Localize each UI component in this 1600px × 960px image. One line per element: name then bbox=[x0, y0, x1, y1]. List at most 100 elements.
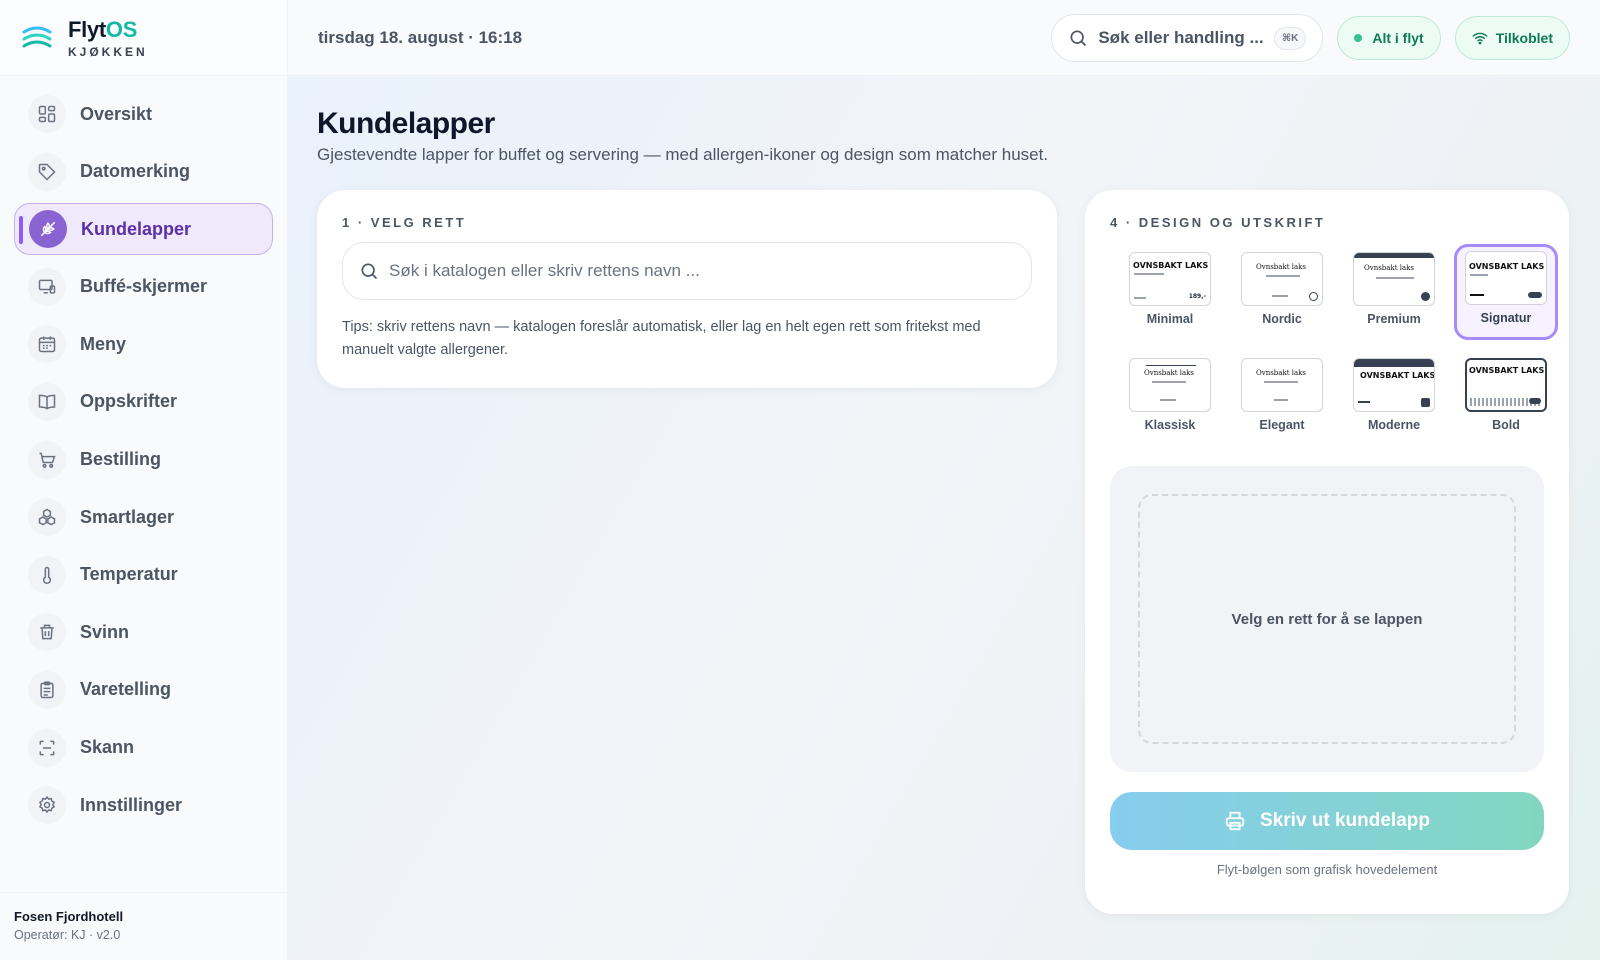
monitor-icon bbox=[28, 267, 66, 306]
tips-text: Tips: skriv rettens navn — katalogen for… bbox=[342, 319, 981, 358]
command-search-label: Søk eller handling ... bbox=[1098, 28, 1264, 47]
design-thumbnail: Ovnsbakt laks bbox=[1129, 358, 1211, 412]
sidebar-item-smartlager[interactable]: Smartlager bbox=[14, 491, 273, 543]
design-thumbnail: Ovnsbakt laks bbox=[1241, 252, 1323, 306]
sidebar-item-label: Datomerking bbox=[80, 161, 191, 182]
sidebar-item-label: Kundelapper bbox=[81, 218, 192, 239]
wifi-icon bbox=[1472, 32, 1488, 45]
sidebar-item-varetelling[interactable]: Varetelling bbox=[14, 664, 273, 716]
design-option-label: Nordic bbox=[1262, 312, 1302, 326]
sidebar-footer: Fosen Fjordhotell Operatør: KJ · v2.0 bbox=[0, 892, 287, 960]
tag-icon bbox=[28, 152, 66, 191]
flyt-wave-logo-icon bbox=[22, 26, 52, 47]
cart-icon bbox=[28, 440, 66, 479]
command-search-button[interactable]: Søk eller handling ... ⌘K bbox=[1051, 14, 1324, 62]
date-time: tirsdag 18. august · 16:18 bbox=[318, 27, 523, 47]
design-option-premium[interactable]: Ovnsbakt laks Premium bbox=[1342, 244, 1446, 340]
trash-icon bbox=[28, 613, 66, 652]
design-thumbnail: OVNSBAKT LAKS bbox=[1465, 251, 1547, 305]
design-thumbnail: Ovnsbakt laks bbox=[1241, 358, 1323, 412]
sidebar-item-label: Bestilling bbox=[80, 449, 162, 470]
design-option-label: Bold bbox=[1492, 418, 1520, 432]
book-icon bbox=[28, 382, 66, 421]
sidebar-item-innstillinger[interactable]: Innstillinger bbox=[14, 779, 273, 831]
preview-placeholder: Velg en rett for å se lappen bbox=[1138, 494, 1516, 744]
design-option-label: Signatur bbox=[1480, 311, 1532, 325]
sidebar-item-skann[interactable]: Skann bbox=[14, 722, 273, 774]
search-icon bbox=[1070, 30, 1087, 47]
label-preview-area: Velg en rett for å se lappen bbox=[1110, 466, 1544, 772]
step-label-choose-dish: 1 · VELG RETT bbox=[342, 215, 467, 230]
sidebar-item-label: Varetelling bbox=[80, 679, 172, 700]
design-option-label: Elegant bbox=[1259, 418, 1305, 432]
clipboard-icon bbox=[28, 670, 66, 709]
sidebar-item-datomerking[interactable]: Datomerking bbox=[14, 146, 273, 198]
sidebar-item-meny[interactable]: Meny bbox=[14, 318, 273, 370]
step-label-design: 4 · DESIGN OG UTSKRIFT bbox=[1110, 215, 1326, 230]
sidebar-item-oppskrifter[interactable]: Oppskrifter bbox=[14, 376, 273, 428]
operator-info: Operatør: KJ · v2.0 bbox=[14, 928, 121, 942]
design-print-card: 4 · DESIGN OG UTSKRIFT OVNSBAKT LAKS 189… bbox=[1085, 190, 1569, 914]
sidebar-item-svinn[interactable]: Svinn bbox=[14, 606, 273, 658]
design-thumbnail: OVNSBAKT LAKS bbox=[1465, 358, 1547, 412]
calendar-icon bbox=[28, 325, 66, 364]
design-option-label: Moderne bbox=[1367, 418, 1421, 432]
hotel-name: Fosen Fjordhotell bbox=[14, 909, 124, 924]
design-option-signatur[interactable]: OVNSBAKT LAKS Signatur bbox=[1454, 244, 1558, 340]
choose-dish-card: 1 · VELG RETT Tips: skriv rettens navn —… bbox=[317, 190, 1057, 388]
design-thumbnail: OVNSBAKT LAKS 189,- bbox=[1129, 252, 1211, 306]
design-option-label: Klassisk bbox=[1144, 418, 1196, 432]
dish-search-field[interactable] bbox=[342, 242, 1032, 300]
sidebar-item-label: Innstillinger bbox=[80, 794, 183, 815]
gear-icon bbox=[28, 786, 66, 825]
search-icon bbox=[361, 263, 378, 280]
sidebar-item-label: Smartlager bbox=[80, 506, 175, 527]
boxes-icon bbox=[28, 498, 66, 537]
design-option-minimal[interactable]: OVNSBAKT LAKS 189,- Minimal bbox=[1118, 244, 1222, 340]
design-option-elegant[interactable]: Ovnsbakt laks Elegant bbox=[1230, 350, 1334, 446]
print-label-button-text: Skriv ut kundelapp bbox=[1260, 810, 1430, 831]
page-subtitle: Gjestevendte lapper for buffet og server… bbox=[317, 145, 1049, 164]
sidebar-item-kundelapper[interactable]: Kundelapper bbox=[14, 203, 273, 256]
wheat-icon bbox=[29, 210, 67, 249]
design-option-label: Minimal bbox=[1146, 312, 1194, 326]
shortcut-badge: ⌘K bbox=[1273, 26, 1307, 50]
design-caption: Flyt-bølgen som grafisk hovedelement bbox=[1216, 862, 1438, 877]
brand-subtitle: KJØKKEN bbox=[68, 44, 148, 59]
top-bar: tirsdag 18. august · 16:18 Søk eller han… bbox=[288, 0, 1600, 76]
sidebar: FlytOS KJØKKEN Oversikt Datomerking Kund… bbox=[0, 0, 288, 960]
design-option-bold[interactable]: OVNSBAKT LAKS Bold bbox=[1454, 350, 1558, 446]
design-options-grid: OVNSBAKT LAKS 189,- Minimal Ovnsbakt lak… bbox=[1118, 244, 1558, 446]
sidebar-item-label: Svinn bbox=[80, 621, 130, 642]
sidebar-nav: Oversikt Datomerking Kundelapper Buffé-s… bbox=[0, 76, 287, 831]
sidebar-item-label: Buffé-skjermer bbox=[80, 276, 208, 297]
grid-icon bbox=[28, 95, 66, 133]
status-dot-icon bbox=[1354, 34, 1363, 42]
sidebar-item-label: Meny bbox=[80, 333, 127, 354]
dish-search-input[interactable] bbox=[389, 261, 1015, 281]
design-option-klassisk[interactable]: Ovnsbakt laks Klassisk bbox=[1118, 350, 1222, 446]
brand-name: FlytOS bbox=[68, 16, 138, 42]
sidebar-item-oversikt[interactable]: Oversikt bbox=[14, 88, 273, 140]
design-thumbnail: Ovnsbakt laks bbox=[1353, 252, 1435, 306]
sidebar-item-label: Temperatur bbox=[80, 564, 178, 585]
design-option-nordic[interactable]: Ovnsbakt laks Nordic bbox=[1230, 244, 1334, 340]
design-option-label: Premium bbox=[1367, 312, 1421, 326]
sidebar-item-temperatur[interactable]: Temperatur bbox=[14, 549, 273, 601]
sidebar-item-label: Skann bbox=[80, 737, 135, 758]
sidebar-item-bestilling[interactable]: Bestilling bbox=[14, 434, 273, 486]
printer-icon bbox=[1225, 811, 1245, 831]
connection-status-label: Tilkoblet bbox=[1495, 30, 1553, 46]
connection-status-badge[interactable]: Tilkoblet bbox=[1454, 16, 1570, 60]
scan-icon bbox=[28, 728, 66, 767]
sidebar-item-label: Oppskrifter bbox=[80, 391, 178, 412]
design-option-moderne[interactable]: OVNSBAKT LAKS Moderne bbox=[1342, 350, 1446, 446]
page-title: Kundelapper bbox=[317, 107, 495, 140]
print-label-button[interactable]: Skriv ut kundelapp bbox=[1110, 792, 1544, 850]
status-flow-badge[interactable]: Alt i flyt bbox=[1337, 16, 1441, 60]
sidebar-item-buffe-skjermer[interactable]: Buffé-skjermer bbox=[14, 261, 273, 313]
brand[interactable]: FlytOS KJØKKEN bbox=[0, 0, 287, 76]
status-flow-label: Alt i flyt bbox=[1372, 30, 1424, 46]
thermometer-icon bbox=[28, 555, 66, 594]
design-thumbnail: OVNSBAKT LAKS bbox=[1353, 358, 1435, 412]
